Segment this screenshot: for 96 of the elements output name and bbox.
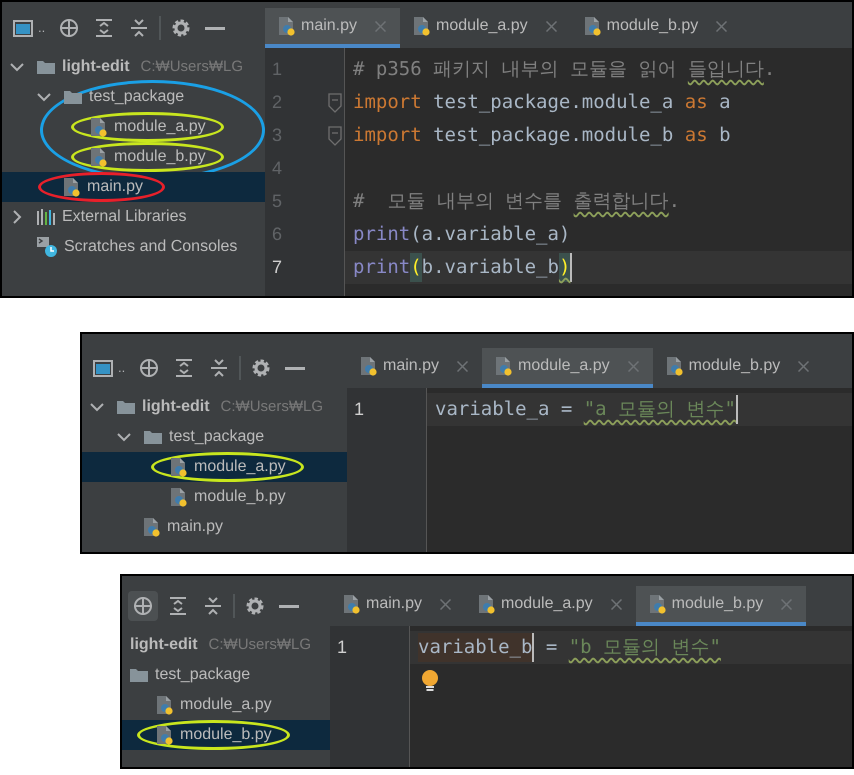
project-path: C:₩Users₩LG: [220, 396, 324, 417]
tree-row[interactable]: main.py: [82, 512, 347, 542]
file-name: main.py: [167, 517, 224, 537]
python-file-icon: [171, 488, 187, 506]
folder-icon: [144, 430, 162, 444]
file-name: module_b.py: [180, 725, 272, 745]
console-clock-icon: [37, 237, 57, 257]
minus-icon: [285, 366, 306, 370]
folder-name: light-edit: [130, 635, 198, 655]
minus-icon: [205, 26, 226, 30]
editor-tab[interactable]: main.py: [347, 348, 482, 388]
file-name: module_a.py: [194, 457, 286, 477]
code-line: # 모듈 내부의 변수를 출력합니다.: [352, 189, 682, 214]
tree-row[interactable]: module_b.py: [122, 720, 330, 750]
python-file-icon: [650, 594, 666, 614]
tree-row[interactable]: test_package: [2, 82, 265, 112]
lightbulb-icon[interactable]: [422, 670, 438, 692]
folder-name: test_package: [155, 665, 250, 685]
python-file-icon: [171, 458, 187, 476]
python-file-icon: [279, 16, 295, 36]
file-name: module_a.py: [180, 695, 272, 715]
code-line: import test_package.module_b as b: [352, 123, 732, 148]
crosshair-tool[interactable]: [128, 591, 158, 621]
file-name: module_a.py: [114, 117, 206, 137]
tree-row[interactable]: Scratches and Consoles: [2, 232, 265, 262]
python-file-icon: [344, 594, 360, 614]
folder-icon: [117, 400, 135, 414]
crosshair-icon: [138, 357, 160, 379]
window-icon: [92, 357, 114, 379]
window-icon: [12, 17, 34, 39]
gear-icon: [244, 595, 266, 617]
folder-name: light-edit: [142, 397, 210, 417]
python-file-icon: [144, 518, 160, 536]
window-tool[interactable]: ..: [88, 353, 130, 383]
library-bars-icon: [37, 209, 55, 225]
crosshair-icon: [58, 17, 80, 39]
folder-icon: [130, 668, 148, 682]
collapse-all-icon: [202, 595, 224, 617]
python-file-icon: [64, 178, 80, 196]
window-label: ..: [118, 359, 126, 378]
line-number: 7: [272, 256, 282, 279]
editor-tab[interactable]: module_a.py: [465, 586, 636, 626]
tree-row[interactable]: module_b.py: [82, 482, 347, 512]
python-file-icon: [157, 696, 173, 714]
window-label: ..: [38, 19, 46, 38]
code-line: import test_package.module_a as a: [352, 90, 732, 116]
code-line: # p356 패키지 내부의 모듈을 읽어 들입니다.: [352, 57, 776, 82]
folder-name: test_package: [169, 427, 264, 447]
python-file-icon: [91, 148, 107, 166]
window-tool[interactable]: ..: [8, 13, 50, 43]
fold-marker-icon[interactable]: [328, 126, 342, 146]
folder-icon: [64, 90, 82, 104]
editor-tab[interactable]: module_b.py: [570, 8, 742, 48]
file-name: Scratches and Consoles: [64, 237, 238, 257]
fold-marker-icon[interactable]: [328, 92, 342, 112]
editor-tab[interactable]: main.py: [330, 586, 466, 626]
expand-all-icon: [167, 595, 189, 617]
editor-tab[interactable]: module_a.py: [482, 348, 653, 388]
code-line: print(a.variable_a): [352, 222, 572, 248]
editor-tab[interactable]: main.py: [265, 8, 400, 48]
python-file-icon: [479, 594, 496, 614]
tree-row[interactable]: External Libraries: [2, 202, 265, 232]
minus-icon: [279, 604, 299, 608]
python-file-icon: [496, 356, 512, 376]
tree-row[interactable]: test_package: [82, 422, 347, 452]
editor-tab[interactable]: module_b.py: [652, 348, 824, 388]
project-path: C:₩Users₩LG: [208, 634, 312, 655]
folder-name: light-edit: [62, 57, 130, 77]
python-file-icon: [414, 16, 430, 36]
tree-row[interactable]: module_a.py: [122, 690, 330, 720]
python-file-icon: [584, 16, 601, 36]
gear-icon: [250, 357, 272, 379]
python-file-icon: [666, 356, 683, 376]
python-file-icon: [361, 356, 377, 376]
tree-row[interactable]: light-edit C:₩Users₩LG: [2, 52, 265, 82]
gear-icon: [170, 17, 192, 39]
tree-row[interactable]: light-edit C:₩Users₩LG: [82, 392, 347, 422]
editor-tab[interactable]: module_a.py: [400, 8, 571, 48]
folder-icon: [37, 60, 55, 74]
file-name: main.py: [87, 177, 144, 197]
tree-row[interactable]: test_package: [122, 660, 330, 690]
crosshair-icon: [132, 595, 154, 617]
tree-row[interactable]: light-edit C:₩Users₩LG: [122, 630, 330, 660]
file-name: External Libraries: [62, 207, 186, 227]
folder-name: test_package: [89, 87, 184, 107]
python-file-icon: [91, 118, 107, 136]
file-name: module_b.py: [194, 487, 286, 507]
line-number: 1: [337, 636, 348, 659]
tree-row[interactable]: module_a.py: [2, 112, 265, 142]
editor-tab[interactable]: module_b.py: [636, 586, 806, 626]
python-file-icon: [157, 726, 173, 744]
tree-row[interactable]: main.py: [2, 172, 265, 202]
project-path: C:₩Users₩LG: [140, 56, 244, 77]
tree-row[interactable]: module_a.py: [82, 452, 347, 482]
line-number: 1: [354, 398, 364, 421]
file-name: module_b.py: [114, 147, 206, 167]
